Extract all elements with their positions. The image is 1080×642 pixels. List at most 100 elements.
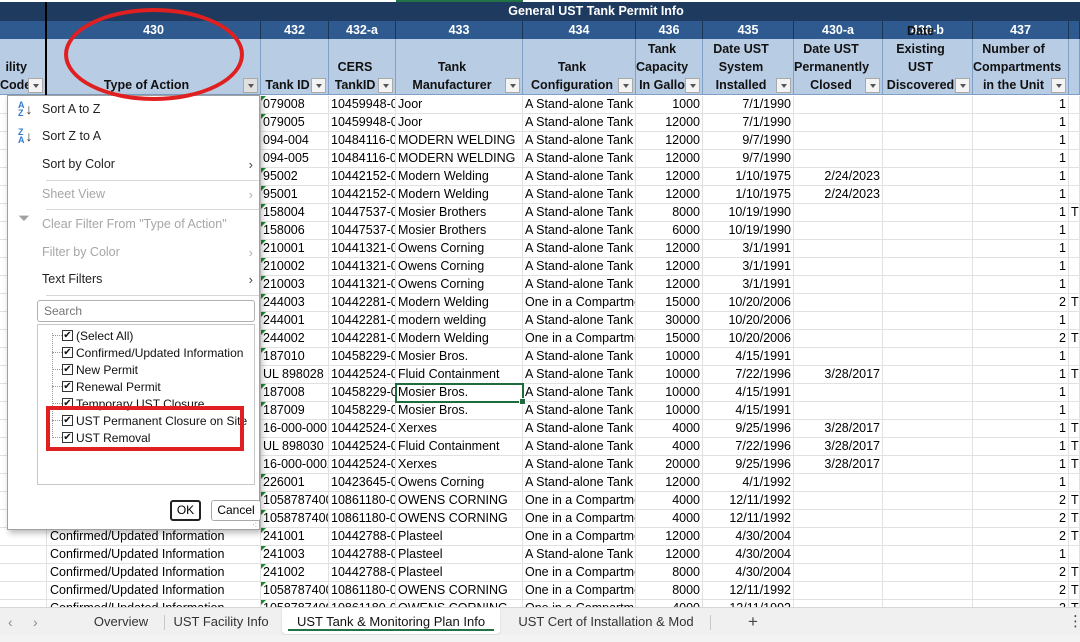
cell-capacity[interactable]: 10000 xyxy=(636,402,703,420)
cell-configuration[interactable]: One in a Compartment xyxy=(523,492,636,510)
cell-date-installed[interactable]: 12/11/1992 xyxy=(703,582,794,600)
cell-manufacturer[interactable]: Plasteel xyxy=(396,564,523,582)
cell-capacity[interactable]: 4000 xyxy=(636,492,703,510)
cell-compartments[interactable]: 1 xyxy=(973,168,1069,186)
cell-capacity[interactable]: 10000 xyxy=(636,348,703,366)
cell-configuration[interactable]: One in a Compartment xyxy=(523,294,636,312)
cell-date-installed[interactable]: 9/25/1996 xyxy=(703,420,794,438)
text-filters-item[interactable]: Text Filters › xyxy=(8,266,259,292)
cell-next[interactable] xyxy=(1069,96,1080,114)
cell-cers-tankid[interactable]: 10442281-0 xyxy=(329,330,396,348)
prev-sheet-icon[interactable]: ‹ xyxy=(8,608,13,636)
cell-type-of-action[interactable]: Confirmed/Updated Information xyxy=(47,564,261,582)
cell-capacity[interactable]: 4000 xyxy=(636,510,703,528)
ok-button[interactable]: OK xyxy=(170,500,201,521)
cell-configuration[interactable]: A Stand-alone Tank xyxy=(523,150,636,168)
cell-cers-tankid[interactable]: 10458229-0 xyxy=(329,402,396,420)
cell-date-installed[interactable]: 1/10/1975 xyxy=(703,186,794,204)
cell-next[interactable]: T xyxy=(1069,366,1080,384)
cell-tank-id[interactable]: 210003 xyxy=(261,276,329,294)
cell-tank-id[interactable]: 158004 xyxy=(261,204,329,222)
cell-date-installed[interactable]: 7/1/1990 xyxy=(703,96,794,114)
cell-date-installed[interactable]: 4/30/2004 xyxy=(703,564,794,582)
cell-type-of-action[interactable]: Confirmed/Updated Information xyxy=(47,600,261,607)
cell-cers-tankid[interactable]: 10442788-0 xyxy=(329,546,396,564)
cell-date-closed[interactable] xyxy=(794,96,883,114)
cell-cers-tankid[interactable]: 10442524-0 xyxy=(329,438,396,456)
cell-configuration[interactable]: A Stand-alone Tank xyxy=(523,312,636,330)
cell-configuration[interactable]: A Stand-alone Tank xyxy=(523,168,636,186)
cell-date-closed[interactable]: 2/24/2023 xyxy=(794,186,883,204)
more-options-icon[interactable]: ⋮ xyxy=(1068,608,1080,636)
cell-compartments[interactable]: 2 xyxy=(973,510,1069,528)
cell-date-closed[interactable]: 2/24/2023 xyxy=(794,168,883,186)
cell-configuration[interactable]: One in a Compartment xyxy=(523,528,636,546)
cell-date-discovered[interactable] xyxy=(883,240,973,258)
filter-dropdown-button[interactable] xyxy=(955,78,970,93)
cell-date-closed[interactable] xyxy=(794,546,883,564)
cell-manufacturer[interactable]: OWENS CORNING xyxy=(396,582,523,600)
cell-tank-id[interactable]: 210002 xyxy=(261,258,329,276)
cell-compartments[interactable]: 1 xyxy=(973,366,1069,384)
cell-date-discovered[interactable] xyxy=(883,168,973,186)
cell-tank-id[interactable]: 079008 xyxy=(261,96,329,114)
cell-cers-tankid[interactable]: 10442524-0 xyxy=(329,420,396,438)
cell-configuration[interactable]: A Stand-alone Tank xyxy=(523,474,636,492)
cell-compartments[interactable]: 1 xyxy=(973,456,1069,474)
cell-configuration[interactable]: A Stand-alone Tank xyxy=(523,240,636,258)
sort-by-color-item[interactable]: Sort by Color › xyxy=(8,151,259,177)
cell-facility-code[interactable] xyxy=(0,546,47,564)
cell-capacity[interactable]: 12000 xyxy=(636,258,703,276)
sheet-tab-overview[interactable]: Overview xyxy=(80,608,162,636)
sheet-tab-ust-facility-info[interactable]: UST Facility Info xyxy=(166,608,276,636)
cell-date-installed[interactable]: 9/25/1996 xyxy=(703,456,794,474)
cell-tank-id[interactable]: 158006 xyxy=(261,222,329,240)
cell-next[interactable] xyxy=(1069,168,1080,186)
cell-manufacturer[interactable]: Modern Welding xyxy=(396,330,523,348)
cell-date-closed[interactable] xyxy=(794,114,883,132)
filter-dropdown-button[interactable] xyxy=(618,78,633,93)
cell-compartments[interactable]: 2 xyxy=(973,330,1069,348)
filter-option[interactable]: ✔ Confirmed/Updated Information xyxy=(38,344,254,361)
cell-date-discovered[interactable] xyxy=(883,600,973,607)
cell-next[interactable]: T xyxy=(1069,438,1080,456)
cell-manufacturer[interactable]: Fluid Containment xyxy=(396,438,523,456)
cell-date-closed[interactable] xyxy=(794,312,883,330)
cell-date-discovered[interactable] xyxy=(883,420,973,438)
cell-manufacturer[interactable]: Joor xyxy=(396,96,523,114)
cell-compartments[interactable]: 1 xyxy=(973,114,1069,132)
cell-manufacturer[interactable]: modern welding xyxy=(396,312,523,330)
cell-next[interactable] xyxy=(1069,240,1080,258)
cell-date-installed[interactable]: 10/19/1990 xyxy=(703,222,794,240)
cell-date-closed[interactable] xyxy=(794,222,883,240)
cell-manufacturer[interactable]: OWENS CORNING xyxy=(396,510,523,528)
cell-manufacturer[interactable]: Modern Welding xyxy=(396,294,523,312)
checkbox[interactable]: ✔ xyxy=(62,381,73,392)
cell-date-installed[interactable]: 4/15/1991 xyxy=(703,402,794,420)
cell-cers-tankid[interactable]: 10442281-0 xyxy=(329,312,396,330)
cell-date-discovered[interactable] xyxy=(883,294,973,312)
cell-capacity[interactable]: 12000 xyxy=(636,276,703,294)
cell-configuration[interactable]: A Stand-alone Tank xyxy=(523,258,636,276)
cell-tank-id[interactable]: 210001 xyxy=(261,240,329,258)
cell-manufacturer[interactable]: MODERN WELDING xyxy=(396,150,523,168)
cell-configuration[interactable]: A Stand-alone Tank xyxy=(523,222,636,240)
cell-capacity[interactable]: 10000 xyxy=(636,366,703,384)
cell-next[interactable] xyxy=(1069,402,1080,420)
cell-manufacturer[interactable]: Modern Welding xyxy=(396,186,523,204)
filter-option[interactable]: ✔ Temporary UST Closure xyxy=(38,395,254,412)
cell-capacity[interactable]: 6000 xyxy=(636,222,703,240)
cell-facility-code[interactable] xyxy=(0,528,47,546)
cell-tank-id[interactable]: 241001 xyxy=(261,528,329,546)
cell-capacity[interactable]: 8000 xyxy=(636,582,703,600)
next-sheet-icon[interactable]: › xyxy=(33,608,38,636)
sort-a-to-z-item[interactable]: A Z ↓ Sort A to Z xyxy=(8,96,259,122)
cell-next[interactable]: T xyxy=(1069,528,1080,546)
cell-next[interactable] xyxy=(1069,546,1080,564)
cell-manufacturer[interactable]: Plasteel xyxy=(396,546,523,564)
cell-date-installed[interactable]: 4/15/1991 xyxy=(703,348,794,366)
cell-date-closed[interactable] xyxy=(794,150,883,168)
cell-date-installed[interactable]: 10/19/1990 xyxy=(703,204,794,222)
cell-next[interactable] xyxy=(1069,258,1080,276)
cell-date-closed[interactable] xyxy=(794,330,883,348)
